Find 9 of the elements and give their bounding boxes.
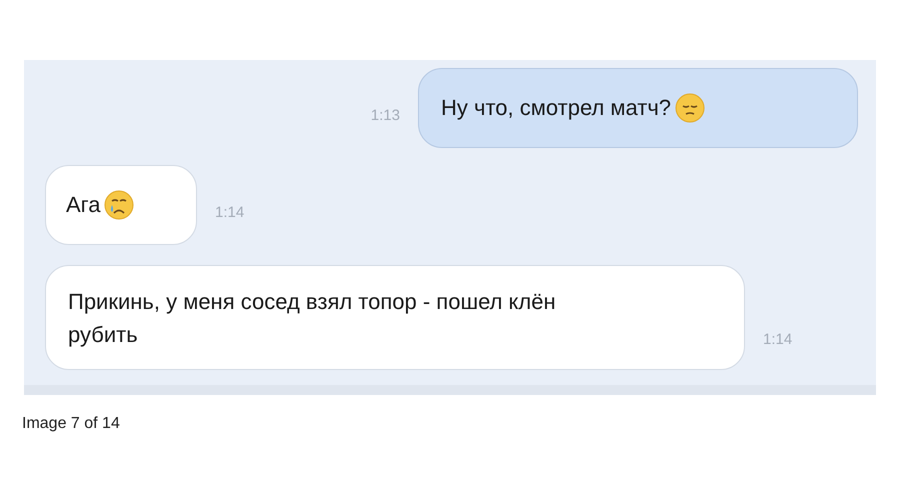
image-caption: Image 7 of 14 [22, 415, 121, 433]
message-time: 1:13 [370, 106, 400, 124]
message-time: 1:14 [215, 204, 244, 220]
message-text: Ага [66, 192, 100, 218]
sad-face-icon [675, 93, 706, 123]
crying-face-icon [104, 190, 134, 220]
message-text: Ну что, смотрел матч? [441, 95, 672, 121]
message-text: Прикинь, у меня сосед взял топор - пошел клён рубить [68, 288, 557, 349]
message-time: 1:14 [763, 331, 792, 348]
